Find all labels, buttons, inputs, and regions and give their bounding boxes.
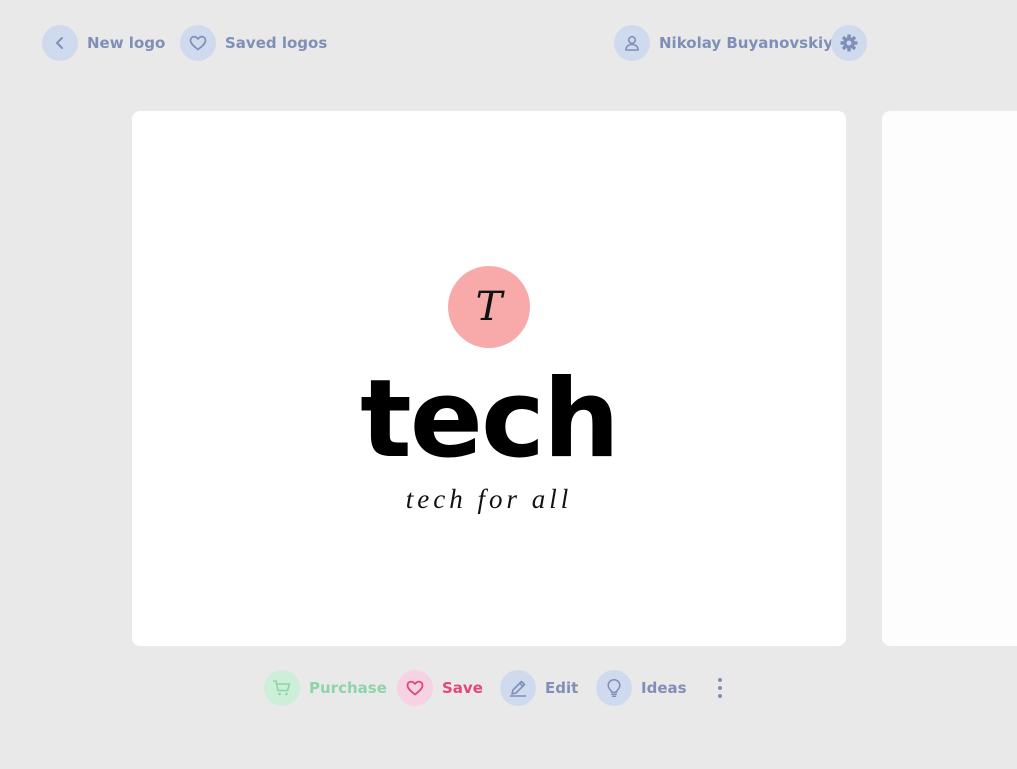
heart-icon: [397, 670, 433, 706]
pencil-icon: [500, 670, 536, 706]
user-name: Nikolay Buyanovskiy: [659, 34, 833, 52]
edit-button[interactable]: Edit: [500, 670, 578, 706]
gear-icon: [831, 25, 867, 61]
user-profile-button[interactable]: Nikolay Buyanovskiy: [614, 25, 833, 61]
ideas-label: Ideas: [641, 679, 687, 697]
logo-mark-letter: T: [475, 284, 503, 330]
user-icon: [614, 25, 650, 61]
logo-mark: T: [448, 266, 530, 348]
save-label: Save: [442, 679, 483, 697]
settings-button[interactable]: [831, 25, 867, 61]
new-logo-label: New logo: [87, 34, 166, 52]
logo-tagline: tech for all: [405, 484, 573, 514]
lightbulb-icon: [596, 670, 632, 706]
cart-icon: [264, 670, 300, 706]
purchase-label: Purchase: [309, 679, 387, 697]
next-logo-card[interactable]: [882, 111, 1017, 646]
saved-logos-button[interactable]: Saved logos: [180, 25, 327, 61]
chevron-left-icon: [42, 25, 78, 61]
saved-logos-label: Saved logos: [225, 34, 328, 52]
edit-label: Edit: [545, 679, 579, 697]
ideas-button[interactable]: Ideas: [596, 670, 687, 706]
purchase-button[interactable]: Purchase: [264, 670, 387, 706]
logo-preview-card[interactable]: T tech tech for all: [132, 111, 846, 646]
logo-name: tech: [360, 357, 620, 482]
new-logo-button[interactable]: New logo: [42, 25, 165, 61]
more-vertical-icon[interactable]: [710, 670, 730, 706]
heart-icon: [180, 25, 216, 61]
save-button[interactable]: Save: [397, 670, 483, 706]
